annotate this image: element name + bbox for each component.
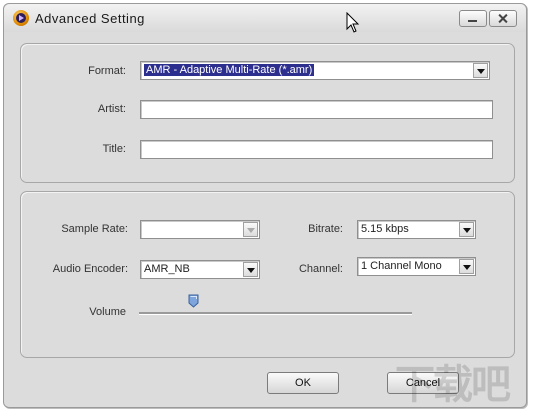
chevron-down-icon[interactable] <box>243 262 258 277</box>
artist-label: Artist: <box>97 103 126 115</box>
audio-encoder-value: AMR_NB <box>144 263 190 275</box>
app-logo-icon <box>13 10 29 26</box>
artist-input[interactable] <box>140 100 493 119</box>
title-bar[interactable]: Advanced Setting <box>4 4 526 32</box>
format-selected-value: AMR - Adaptive Multi-Rate (*.amr) <box>144 64 315 76</box>
channel-select[interactable]: 1 Channel Mono <box>357 257 476 276</box>
volume-slider-thumb[interactable] <box>188 294 199 308</box>
bitrate-value: 5.15 kbps <box>361 223 409 235</box>
format-label: Format: <box>88 65 126 77</box>
bitrate-label: Bitrate: <box>308 223 343 235</box>
volume-label: Volume <box>89 306 126 318</box>
chevron-down-icon[interactable] <box>459 259 474 274</box>
bitrate-select[interactable]: 5.15 kbps <box>357 220 476 239</box>
sample-rate-label: Sample Rate: <box>61 223 128 235</box>
ok-button[interactable]: OK <box>267 372 339 394</box>
title-label: Title: <box>102 143 126 155</box>
channel-value: 1 Channel Mono <box>361 260 442 272</box>
channel-label: Channel: <box>298 263 343 275</box>
audio-encoder-select[interactable]: AMR_NB <box>140 260 260 279</box>
title-input[interactable] <box>140 140 493 159</box>
format-select[interactable]: AMR - Adaptive Multi-Rate (*.amr) <box>140 61 490 80</box>
mouse-cursor-icon <box>346 11 360 37</box>
chevron-down-icon[interactable] <box>473 63 488 78</box>
watermark-logo: 下载吧 <box>395 363 511 407</box>
chevron-down-icon[interactable] <box>243 222 258 237</box>
chevron-down-icon[interactable] <box>459 222 474 237</box>
window-title: Advanced Setting <box>35 11 145 26</box>
audio-encoder-label: Audio Encoder: <box>52 263 128 275</box>
minimize-button[interactable] <box>459 10 487 27</box>
sample-rate-select[interactable] <box>140 220 260 239</box>
close-button[interactable] <box>489 10 517 27</box>
volume-slider-track[interactable] <box>139 312 412 315</box>
